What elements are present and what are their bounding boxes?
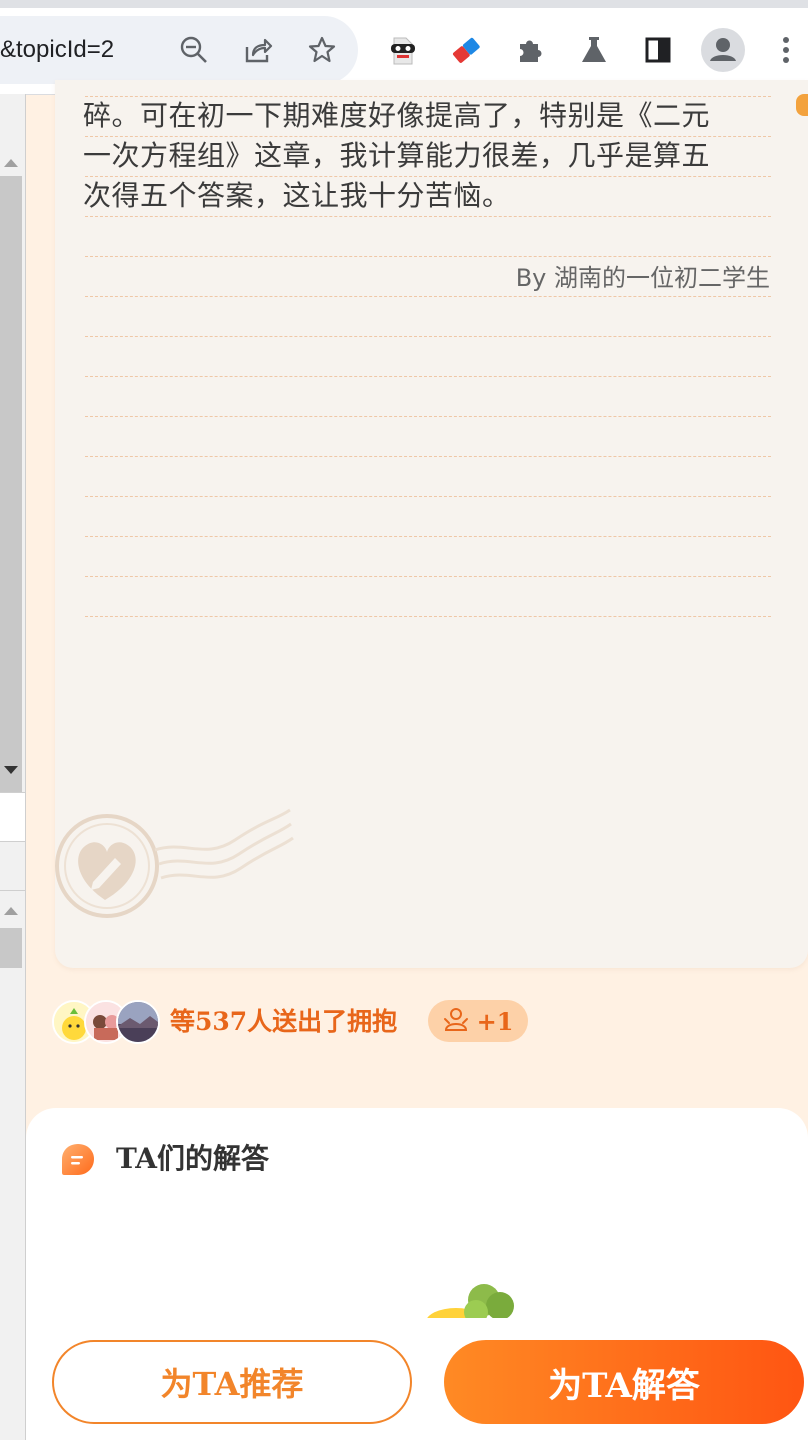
browser-tab-strip xyxy=(0,0,808,8)
hugs-row: 等537人送出了拥抱 +1 xyxy=(52,1000,792,1044)
hug-plus-one-label: +1 xyxy=(476,1006,514,1036)
heart-pen-stamp-icon xyxy=(55,800,305,944)
paper-rule-line xyxy=(85,456,771,457)
side-panel-input-box[interactable] xyxy=(0,792,25,842)
letter-line: 碎。可在初一下期难度好像提高了，特别是《二元 xyxy=(83,99,711,132)
paper-rule-line xyxy=(85,216,771,217)
extensions-puzzle-icon[interactable] xyxy=(510,30,550,70)
more-menu-icon[interactable] xyxy=(766,30,806,70)
letter-signature: By 湖南的一位初二学生 xyxy=(515,264,770,292)
answer-button[interactable]: 为TA解答 xyxy=(444,1340,804,1424)
bookmark-star-icon[interactable] xyxy=(302,30,342,70)
side-panel-icon[interactable] xyxy=(638,30,678,70)
share-icon[interactable] xyxy=(238,30,278,70)
hug-plus-one-button[interactable]: +1 xyxy=(428,1000,528,1042)
paper-rule-line xyxy=(85,416,771,417)
hug-person-icon xyxy=(443,1006,469,1036)
zoom-out-icon[interactable] xyxy=(174,30,214,70)
letter-paper: 碎。可在初一下期难度好像提高了，特别是《二元 一次方程组》这章，我计算能力很差，… xyxy=(55,80,808,968)
side-panel-divider xyxy=(0,890,25,891)
chat-bubble-icon xyxy=(60,1142,96,1178)
letter-body: 碎。可在初一下期难度好像提高了，特别是《二元 一次方程组》这章，我计算能力很差，… xyxy=(83,96,783,216)
eraser-extension-icon[interactable] xyxy=(446,30,486,70)
incognito-extension-icon[interactable] xyxy=(382,30,422,70)
scroll-up-arrow-icon[interactable] xyxy=(1,154,21,173)
side-panel-strip xyxy=(0,94,26,1440)
labs-flask-icon[interactable] xyxy=(574,30,614,70)
paper-rule-line xyxy=(85,256,771,257)
empty-state-illustration xyxy=(416,1278,536,1318)
paper-rule-line xyxy=(85,536,771,537)
paper-rule-line xyxy=(85,296,771,297)
avatar xyxy=(116,1000,160,1044)
scrollbar-thumb[interactable] xyxy=(0,176,22,816)
letter-line: 一次方程组》这章，我计算能力很差，几乎是算五 xyxy=(83,139,711,172)
paper-rule-line xyxy=(85,336,771,337)
paper-rule-line xyxy=(85,576,771,577)
recommend-button[interactable]: 为TA推荐 xyxy=(52,1340,412,1424)
address-bar-url[interactable]: &topicId=2 xyxy=(0,16,114,84)
scrollbar-thumb[interactable] xyxy=(0,928,22,968)
scroll-up-arrow-icon[interactable] xyxy=(1,902,21,921)
letter-line: 次得五个答案，这让我十分苦恼。 xyxy=(83,179,511,212)
paper-rule-line xyxy=(85,376,771,377)
paper-rule-line xyxy=(85,496,771,497)
paper-rule-line xyxy=(85,616,771,617)
hug-count-text: 等537人送出了拥抱 xyxy=(170,1007,398,1036)
profile-avatar-icon[interactable] xyxy=(700,27,746,73)
scroll-down-arrow-icon[interactable] xyxy=(1,762,21,781)
decorative-corner xyxy=(796,94,808,116)
answers-section-title: TA们的解答 xyxy=(116,1142,270,1175)
